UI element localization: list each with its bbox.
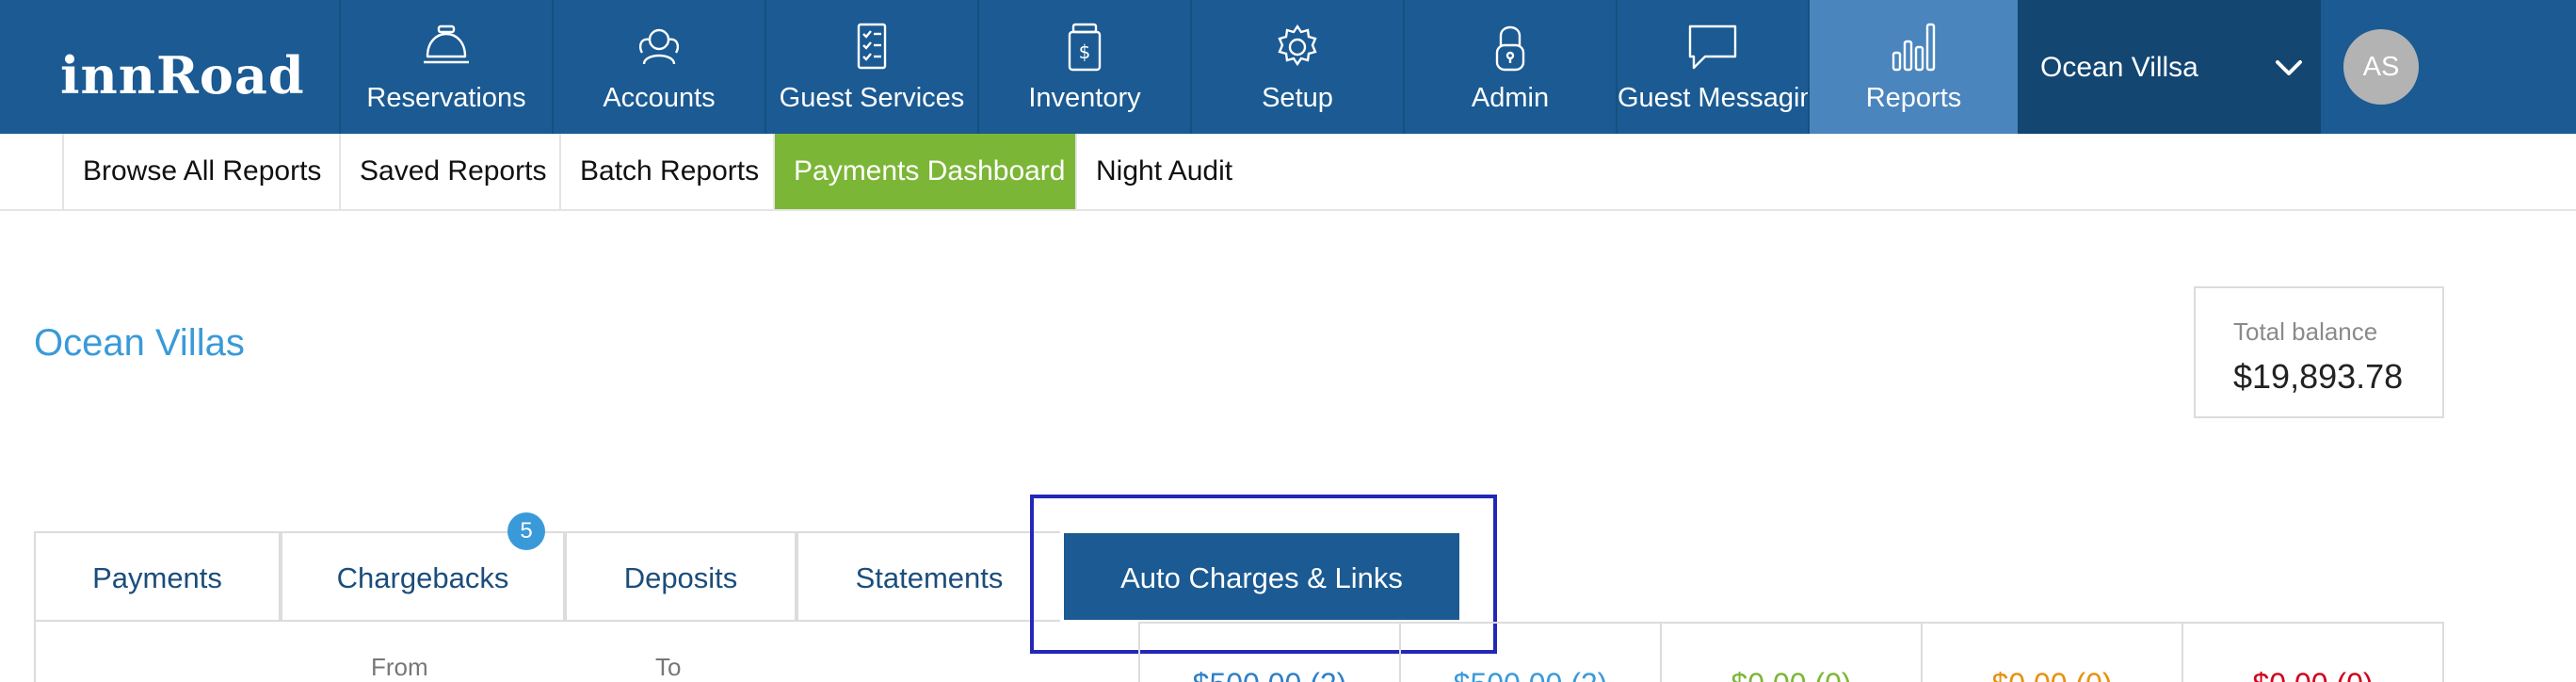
subnav-payments-dashboard[interactable]: Payments Dashboard [773, 134, 1075, 209]
bar-chart-icon [1886, 21, 1942, 73]
nav-item-setup[interactable]: Setup [1190, 0, 1403, 134]
total-balance-card: Total balance $19,893.78 [2194, 286, 2444, 418]
chargebacks-count-badge: 5 [507, 512, 545, 550]
nav-label: Setup [1262, 83, 1333, 113]
stat-value[interactable]: $500.00 (2) [1140, 665, 1399, 682]
chevron-down-icon [2270, 49, 2308, 87]
nav-label: Accounts [603, 83, 716, 113]
tab-deposits[interactable]: Deposits [565, 531, 797, 622]
stat-value[interactable]: $0.00 (0) [1662, 665, 1921, 682]
tab-label: Deposits [623, 561, 738, 594]
nav-label: Guest Services [779, 83, 965, 113]
nav-item-guest-messaging[interactable]: Guest Messaging [1616, 0, 1830, 134]
nav-label: Admin [1471, 83, 1550, 113]
date-from-label: From [371, 653, 428, 681]
nav-item-guest-services[interactable]: Guest Services [765, 0, 977, 134]
top-navigation-bar: innRoad Reservations Accounts Guest Serv… [0, 0, 2576, 134]
chat-bubble-icon [1684, 21, 1741, 73]
stat-card: $0.00 (0) [2182, 622, 2444, 682]
user-menu: AS [2321, 0, 2576, 134]
nav-label: Inventory [1028, 83, 1141, 113]
dollar-jar-icon: $ [1056, 21, 1113, 73]
nav-label: Reports [1865, 83, 1962, 113]
svg-text:$: $ [1079, 41, 1091, 63]
page-title: Ocean Villas [34, 322, 245, 364]
tab-payments[interactable]: Payments [34, 531, 281, 622]
nav-item-reports[interactable]: Reports [1808, 0, 2018, 134]
stat-value[interactable]: $500.00 (2) [1401, 665, 1660, 682]
reports-subnav: Browse All Reports Saved Reports Batch R… [0, 134, 2576, 211]
tab-statements[interactable]: Statements [797, 531, 1060, 622]
nav-item-accounts[interactable]: Accounts [552, 0, 765, 134]
tab-label: Payments [92, 561, 222, 594]
subnav-saved-reports[interactable]: Saved Reports [339, 134, 559, 209]
avatar[interactable]: AS [2343, 29, 2419, 105]
total-balance-value: $19,893.78 [2233, 357, 2404, 396]
subnav-browse-all-reports[interactable]: Browse All Reports [62, 134, 339, 209]
stat-value[interactable]: $0.00 (0) [2183, 665, 2442, 682]
stat-card: $500.00 (2) [1399, 622, 1660, 682]
property-selector[interactable]: Ocean Villsa [2018, 0, 2321, 134]
checklist-icon [844, 21, 900, 73]
nav-item-inventory[interactable]: $ Inventory [977, 0, 1190, 134]
innroad-logo[interactable]: innRoad [60, 38, 305, 113]
nav-item-reservations[interactable]: Reservations [339, 0, 552, 134]
tab-label: Statements [855, 561, 1004, 594]
stat-card: $0.00 (0) [1921, 622, 2182, 682]
bell-icon [418, 21, 475, 73]
filter-pane-border [34, 622, 36, 682]
stat-value[interactable]: $0.00 (0) [1923, 665, 2182, 682]
gear-icon [1269, 21, 1326, 73]
nav-item-admin[interactable]: Admin [1403, 0, 1616, 134]
stat-card: $500.00 (2) [1138, 622, 1399, 682]
stat-card: $0.00 (0) [1660, 622, 1921, 682]
tab-label: Chargebacks [336, 561, 509, 594]
subnav-night-audit[interactable]: Night Audit [1075, 134, 1245, 209]
lock-icon [1482, 21, 1538, 73]
date-to-label: To [655, 653, 682, 681]
subnav-batch-reports[interactable]: Batch Reports [559, 134, 773, 209]
nav-label: Guest Messaging [1618, 83, 1830, 113]
total-balance-label: Total balance [2233, 317, 2378, 346]
users-icon [631, 21, 687, 73]
property-selector-value: Ocean Villsa [2040, 52, 2198, 83]
nav-label: Reservations [366, 83, 526, 113]
